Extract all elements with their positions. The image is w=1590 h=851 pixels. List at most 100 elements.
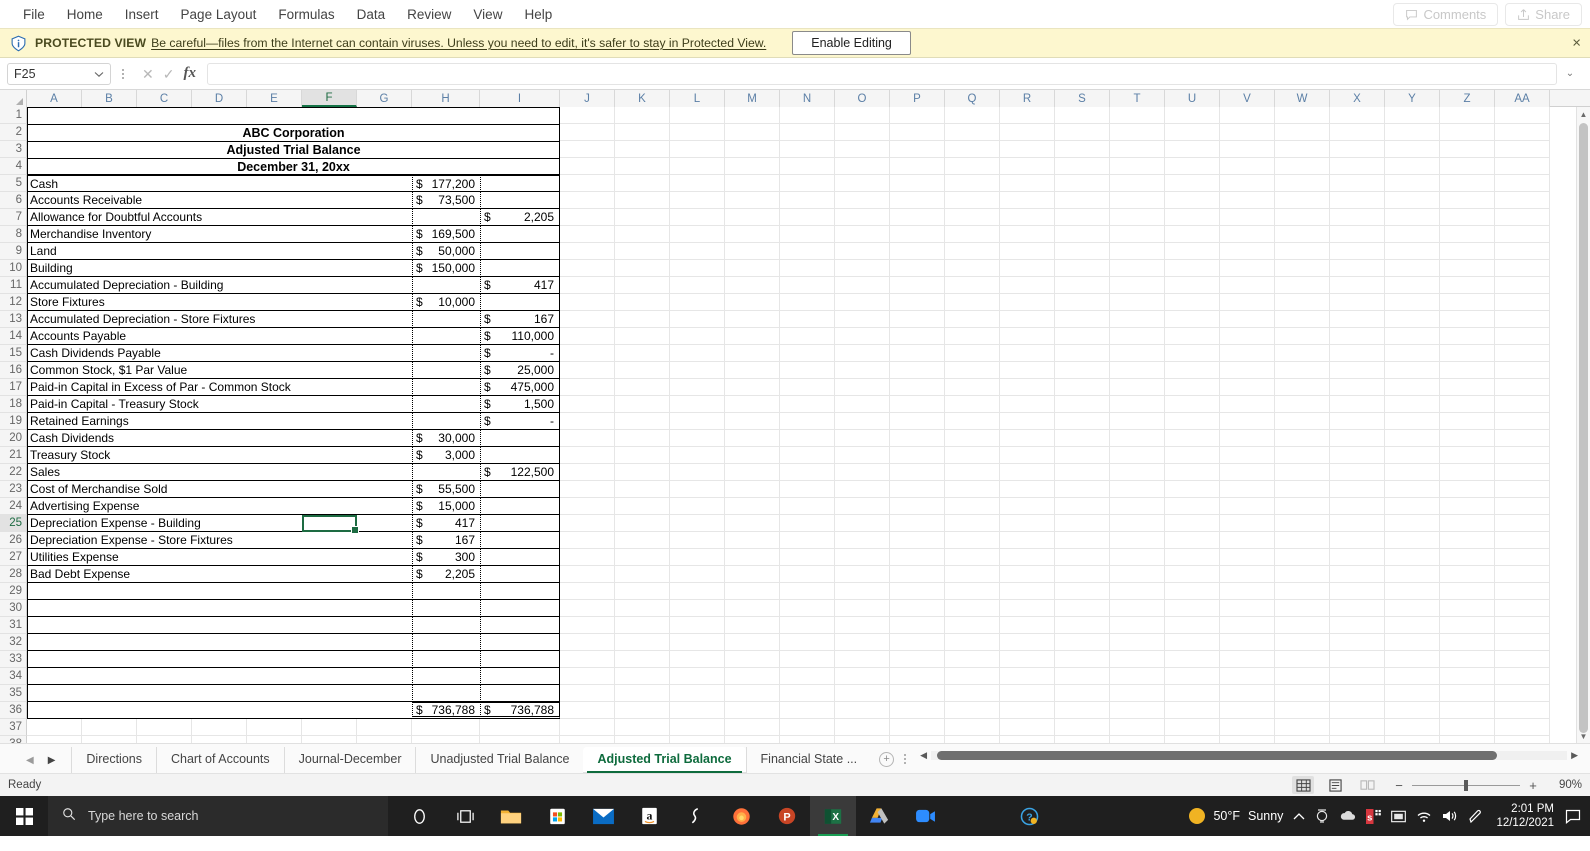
cell-P28[interactable] [890, 566, 945, 583]
page-break-view-icon[interactable] [1356, 776, 1378, 794]
cell-X15[interactable] [1330, 345, 1385, 362]
cell-P19[interactable] [890, 413, 945, 430]
cell-M11[interactable] [725, 277, 780, 294]
cell-Y1[interactable] [1385, 107, 1440, 124]
cell-K36[interactable] [615, 702, 670, 719]
cell-O24[interactable] [835, 498, 890, 515]
start-button[interactable] [0, 807, 48, 825]
cell-J20[interactable] [560, 430, 615, 447]
row-header-8[interactable]: 8 [0, 226, 27, 243]
cell-U15[interactable] [1165, 345, 1220, 362]
cell-P15[interactable] [890, 345, 945, 362]
cell-Q36[interactable] [945, 702, 1000, 719]
cell-N38[interactable] [780, 736, 835, 743]
cell-L25[interactable] [670, 515, 725, 532]
cell-X13[interactable] [1330, 311, 1385, 328]
cell-O33[interactable] [835, 651, 890, 668]
cell-T36[interactable] [1110, 702, 1165, 719]
cell-J21[interactable] [560, 447, 615, 464]
cell-AA4[interactable] [1495, 158, 1550, 175]
account-label-cell[interactable] [27, 651, 412, 668]
cell-F38[interactable] [302, 736, 357, 743]
row-header-17[interactable]: 17 [0, 379, 27, 396]
google-drive-icon[interactable] [856, 796, 902, 836]
cell-V13[interactable] [1220, 311, 1275, 328]
debit-cell[interactable] [412, 617, 480, 634]
cell-M23[interactable] [725, 481, 780, 498]
zoom-icon[interactable] [902, 796, 948, 836]
cell-X5[interactable] [1330, 175, 1385, 192]
cell-V31[interactable] [1220, 617, 1275, 634]
cell-Z37[interactable] [1440, 719, 1495, 736]
cell-Y38[interactable] [1385, 736, 1440, 743]
vertical-scrollbar[interactable]: ▲ ▼ [1576, 107, 1590, 743]
page-layout-view-icon[interactable] [1324, 776, 1346, 794]
cell-P12[interactable] [890, 294, 945, 311]
credit-cell[interactable] [480, 515, 560, 532]
add-sheet-button[interactable]: + [879, 752, 895, 767]
cell-V20[interactable] [1220, 430, 1275, 447]
cell-J27[interactable] [560, 549, 615, 566]
cell-V34[interactable] [1220, 668, 1275, 685]
cell-Z21[interactable] [1440, 447, 1495, 464]
credit-cell[interactable] [480, 634, 560, 651]
scroll-right-icon[interactable]: ▶ [1571, 750, 1578, 761]
cell-Z19[interactable] [1440, 413, 1495, 430]
credit-cell[interactable] [480, 532, 560, 549]
cell-X16[interactable] [1330, 362, 1385, 379]
cell-V37[interactable] [1220, 719, 1275, 736]
cell-P34[interactable] [890, 668, 945, 685]
cell-S21[interactable] [1055, 447, 1110, 464]
credit-cell[interactable] [480, 685, 560, 702]
cell-R30[interactable] [1000, 600, 1055, 617]
menu-item-help[interactable]: Help [513, 3, 563, 26]
cell-P11[interactable] [890, 277, 945, 294]
cell-Q24[interactable] [945, 498, 1000, 515]
cell-Y22[interactable] [1385, 464, 1440, 481]
cell-X36[interactable] [1330, 702, 1385, 719]
cell-C38[interactable] [137, 736, 192, 743]
cell-R7[interactable] [1000, 209, 1055, 226]
cell-O13[interactable] [835, 311, 890, 328]
cell-M34[interactable] [725, 668, 780, 685]
cell-X4[interactable] [1330, 158, 1385, 175]
cell-R18[interactable] [1000, 396, 1055, 413]
cell-Y27[interactable] [1385, 549, 1440, 566]
row-header-28[interactable]: 28 [0, 566, 27, 583]
debit-cell[interactable] [412, 685, 480, 702]
cell-S28[interactable] [1055, 566, 1110, 583]
horizontal-scrollbar[interactable]: ◀ ▶ [912, 744, 1590, 773]
cell-A37[interactable] [27, 719, 82, 736]
cell-K21[interactable] [615, 447, 670, 464]
cell-AA26[interactable] [1495, 532, 1550, 549]
debit-cell[interactable]: $417 [412, 515, 480, 532]
cell-N25[interactable] [780, 515, 835, 532]
cell-O11[interactable] [835, 277, 890, 294]
sheet-tab-chart-of-accounts[interactable]: Chart of Accounts [155, 747, 284, 773]
debit-cell[interactable] [412, 311, 480, 328]
account-label-cell[interactable]: Accounts Payable [27, 328, 412, 345]
cell-U10[interactable] [1165, 260, 1220, 277]
cell-S32[interactable] [1055, 634, 1110, 651]
cell-J32[interactable] [560, 634, 615, 651]
cell-V8[interactable] [1220, 226, 1275, 243]
cell-Q34[interactable] [945, 668, 1000, 685]
cell-V3[interactable] [1220, 141, 1275, 158]
cell-V21[interactable] [1220, 447, 1275, 464]
cell-K1[interactable] [615, 107, 670, 124]
cell-S26[interactable] [1055, 532, 1110, 549]
debit-cell[interactable] [412, 634, 480, 651]
cell-S5[interactable] [1055, 175, 1110, 192]
powerpoint-icon[interactable]: P [764, 796, 810, 836]
cell-U25[interactable] [1165, 515, 1220, 532]
account-label-cell[interactable]: Bad Debt Expense [27, 566, 412, 583]
cell-L9[interactable] [670, 243, 725, 260]
cell-N20[interactable] [780, 430, 835, 447]
cell-C37[interactable] [137, 719, 192, 736]
debit-cell[interactable]: $50,000 [412, 243, 480, 260]
cell-N17[interactable] [780, 379, 835, 396]
credit-cell[interactable] [480, 498, 560, 515]
credit-cell[interactable]: $417 [480, 277, 560, 294]
cell-M17[interactable] [725, 379, 780, 396]
cell-R26[interactable] [1000, 532, 1055, 549]
